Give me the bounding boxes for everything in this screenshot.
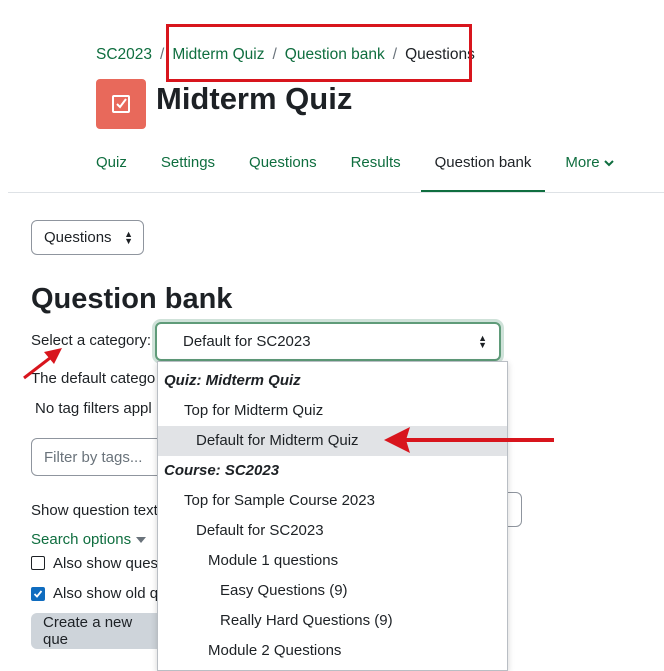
select-arrows-icon: ▲ ▼ [478, 332, 487, 350]
also-show-checkbox-2[interactable] [31, 587, 45, 601]
category-select[interactable]: Default for SC2023 ▲ ▼ [155, 322, 501, 361]
dropdown-option[interactable]: Easy Questions (9) [158, 576, 507, 606]
dropdown-group-quiz: Quiz: Midterm Quiz [164, 372, 301, 389]
dropdown-option[interactable]: Module 1 questions [158, 546, 507, 576]
dropdown-option[interactable]: Top for Midterm Quiz [158, 396, 507, 426]
tab-settings[interactable]: Settings [161, 140, 215, 193]
search-options-label: Search options [31, 531, 132, 548]
dropdown-option[interactable]: Module 2 Questions [158, 636, 507, 666]
category-dropdown-list: Quiz: Midterm Quiz Top for Midterm Quiz … [157, 361, 508, 671]
create-new-question-button[interactable]: Create a new que [31, 613, 171, 649]
tag-filters-text: No tag filters appl [35, 400, 152, 417]
quiz-checkbox-icon [96, 79, 146, 129]
also-show-label-2: Also show old q [53, 585, 159, 602]
caret-down-icon [135, 531, 147, 548]
breadcrumb-sc2023-link[interactable]: SC2023 [96, 46, 152, 64]
category-select-value: Default for SC2023 [183, 333, 311, 350]
check-icon [33, 590, 43, 598]
tab-questions[interactable]: Questions [249, 140, 317, 193]
tab-more-label: More [565, 154, 600, 171]
tab-quiz[interactable]: Quiz [96, 140, 127, 193]
questions-select-value: Questions [44, 229, 112, 246]
tab-question-bank[interactable]: Question bank [420, 140, 546, 193]
filter-tags-input[interactable]: Filter by tags... [31, 438, 171, 476]
question-bank-heading: Question bank [31, 283, 233, 315]
create-new-question-label: Create a new que [43, 614, 133, 648]
page-title: Midterm Quiz [156, 81, 353, 116]
dropdown-option[interactable]: Top for Sample Course 2023 [158, 486, 507, 516]
filter-tags-placeholder: Filter by tags... [44, 448, 143, 466]
nav-divider [8, 192, 664, 193]
secondary-nav: Quiz Settings Questions Results Question… [96, 140, 648, 193]
tab-more[interactable]: More [565, 140, 614, 193]
also-show-label-1: Also show quest [53, 555, 163, 572]
dropdown-option[interactable]: Really Hard Questions (9) [158, 606, 507, 636]
questions-select[interactable]: Questions ▲ ▼ [31, 220, 144, 255]
tab-results[interactable]: Results [351, 140, 401, 193]
breadcrumb-separator: / [160, 46, 165, 63]
annotation-highlight-box [166, 24, 472, 82]
also-show-checkbox-1[interactable] [31, 556, 45, 570]
show-question-text-label: Show question text [31, 502, 158, 519]
dropdown-option[interactable]: Default for SC2023 [158, 516, 507, 546]
search-options-link[interactable]: Search options [31, 531, 147, 548]
annotation-arrow-icon [23, 348, 62, 380]
dropdown-group-course: Course: SC2023 [164, 462, 280, 479]
chevron-down-icon [604, 154, 614, 171]
select-arrows-icon: ▲ ▼ [124, 228, 133, 246]
annotation-arrow-icon [384, 427, 554, 453]
